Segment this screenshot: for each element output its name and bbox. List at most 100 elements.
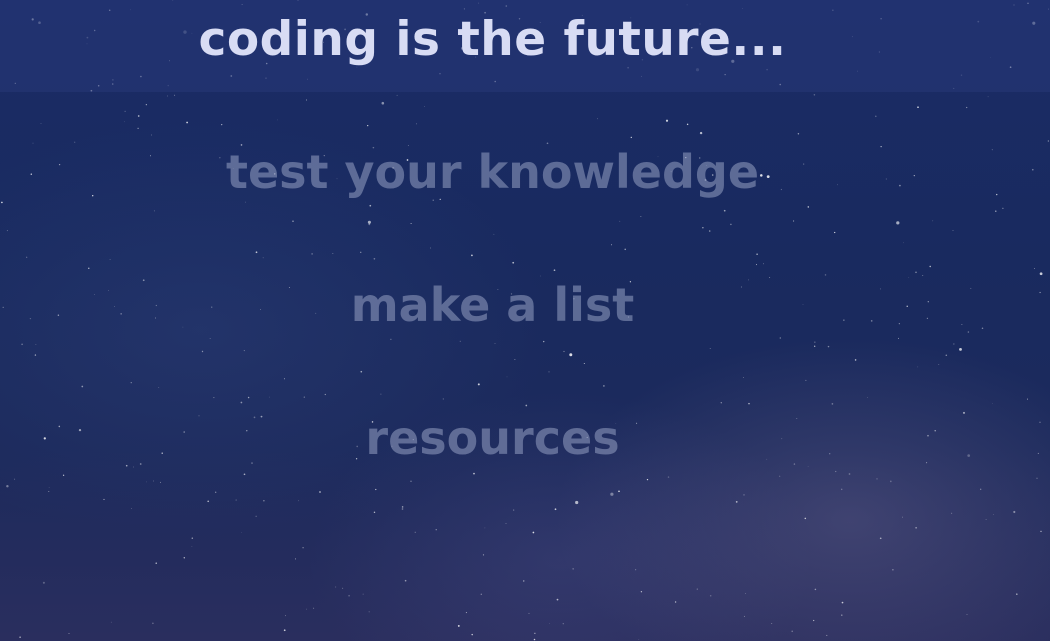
- star: [630, 136, 632, 139]
- star: [892, 569, 894, 571]
- star: [151, 134, 152, 136]
- star: [1013, 510, 1016, 514]
- star: [875, 115, 877, 118]
- star: [21, 343, 23, 346]
- star: [896, 221, 900, 225]
- star: [562, 623, 564, 625]
- star: [146, 481, 148, 483]
- star: [155, 562, 157, 564]
- star: [1039, 272, 1043, 276]
- star: [160, 481, 162, 483]
- star: [610, 492, 614, 496]
- star: [805, 379, 807, 381]
- star: [367, 124, 369, 127]
- star: [638, 638, 640, 640]
- star: [42, 581, 45, 584]
- star: [848, 473, 851, 475]
- star: [81, 385, 84, 388]
- star: [324, 393, 326, 396]
- star: [74, 141, 76, 143]
- star: [404, 579, 407, 582]
- star: [743, 494, 745, 496]
- star: [742, 377, 744, 378]
- star: [482, 554, 485, 556]
- star: [235, 499, 237, 501]
- star: [153, 210, 155, 212]
- star: [1039, 291, 1041, 294]
- star: [459, 340, 461, 342]
- star: [756, 264, 757, 266]
- star: [221, 123, 223, 126]
- menu-item-make-a-list[interactable]: make a list: [0, 278, 985, 332]
- star: [401, 508, 404, 510]
- star: [40, 123, 42, 124]
- star: [635, 569, 637, 571]
- star: [360, 370, 363, 373]
- star: [215, 491, 217, 493]
- star: [153, 480, 155, 482]
- star: [137, 115, 140, 117]
- menu-item-resources[interactable]: resources: [0, 411, 985, 465]
- star: [548, 622, 550, 624]
- star: [201, 350, 204, 353]
- star: [814, 341, 816, 343]
- star: [556, 598, 559, 601]
- star: [158, 387, 160, 389]
- star: [68, 632, 70, 634]
- star: [401, 506, 404, 508]
- star: [465, 612, 467, 614]
- star: [191, 537, 194, 539]
- star: [827, 345, 830, 348]
- star: [183, 557, 185, 559]
- star: [532, 531, 535, 534]
- star: [807, 466, 809, 467]
- star: [109, 258, 111, 261]
- site-title: coding is the future...: [198, 12, 787, 67]
- star: [840, 488, 843, 491]
- star: [898, 337, 899, 339]
- star: [735, 501, 738, 503]
- star: [708, 230, 711, 232]
- star: [285, 615, 286, 617]
- star: [35, 344, 37, 346]
- star: [311, 253, 313, 255]
- star: [167, 95, 169, 97]
- star: [380, 393, 382, 395]
- star: [14, 478, 16, 480]
- star: [243, 350, 245, 352]
- star: [539, 275, 541, 277]
- star: [793, 220, 795, 222]
- star: [831, 403, 834, 405]
- star: [373, 511, 376, 514]
- star: [471, 633, 473, 636]
- star: [709, 594, 712, 597]
- star: [743, 615, 745, 617]
- star: [546, 142, 549, 145]
- star: [19, 636, 21, 638]
- star: [854, 359, 857, 361]
- star: [6, 484, 9, 488]
- star: [951, 512, 953, 514]
- star: [277, 119, 278, 121]
- star: [306, 99, 307, 101]
- star: [748, 402, 750, 405]
- star: [1026, 398, 1028, 400]
- star: [702, 227, 704, 229]
- star: [48, 487, 50, 488]
- star: [191, 546, 193, 547]
- star: [533, 638, 536, 641]
- star: [130, 508, 132, 509]
- star: [255, 515, 257, 517]
- star: [1016, 593, 1018, 595]
- star: [640, 216, 642, 217]
- star: [269, 396, 270, 398]
- star: [534, 632, 536, 634]
- star: [813, 619, 815, 622]
- star: [410, 222, 412, 225]
- star: [480, 593, 482, 595]
- star: [244, 201, 246, 203]
- star: [124, 110, 126, 112]
- star: [457, 624, 460, 627]
- star: [306, 608, 308, 610]
- menu-item-test-your-knowledge[interactable]: test your knowledge: [0, 145, 985, 199]
